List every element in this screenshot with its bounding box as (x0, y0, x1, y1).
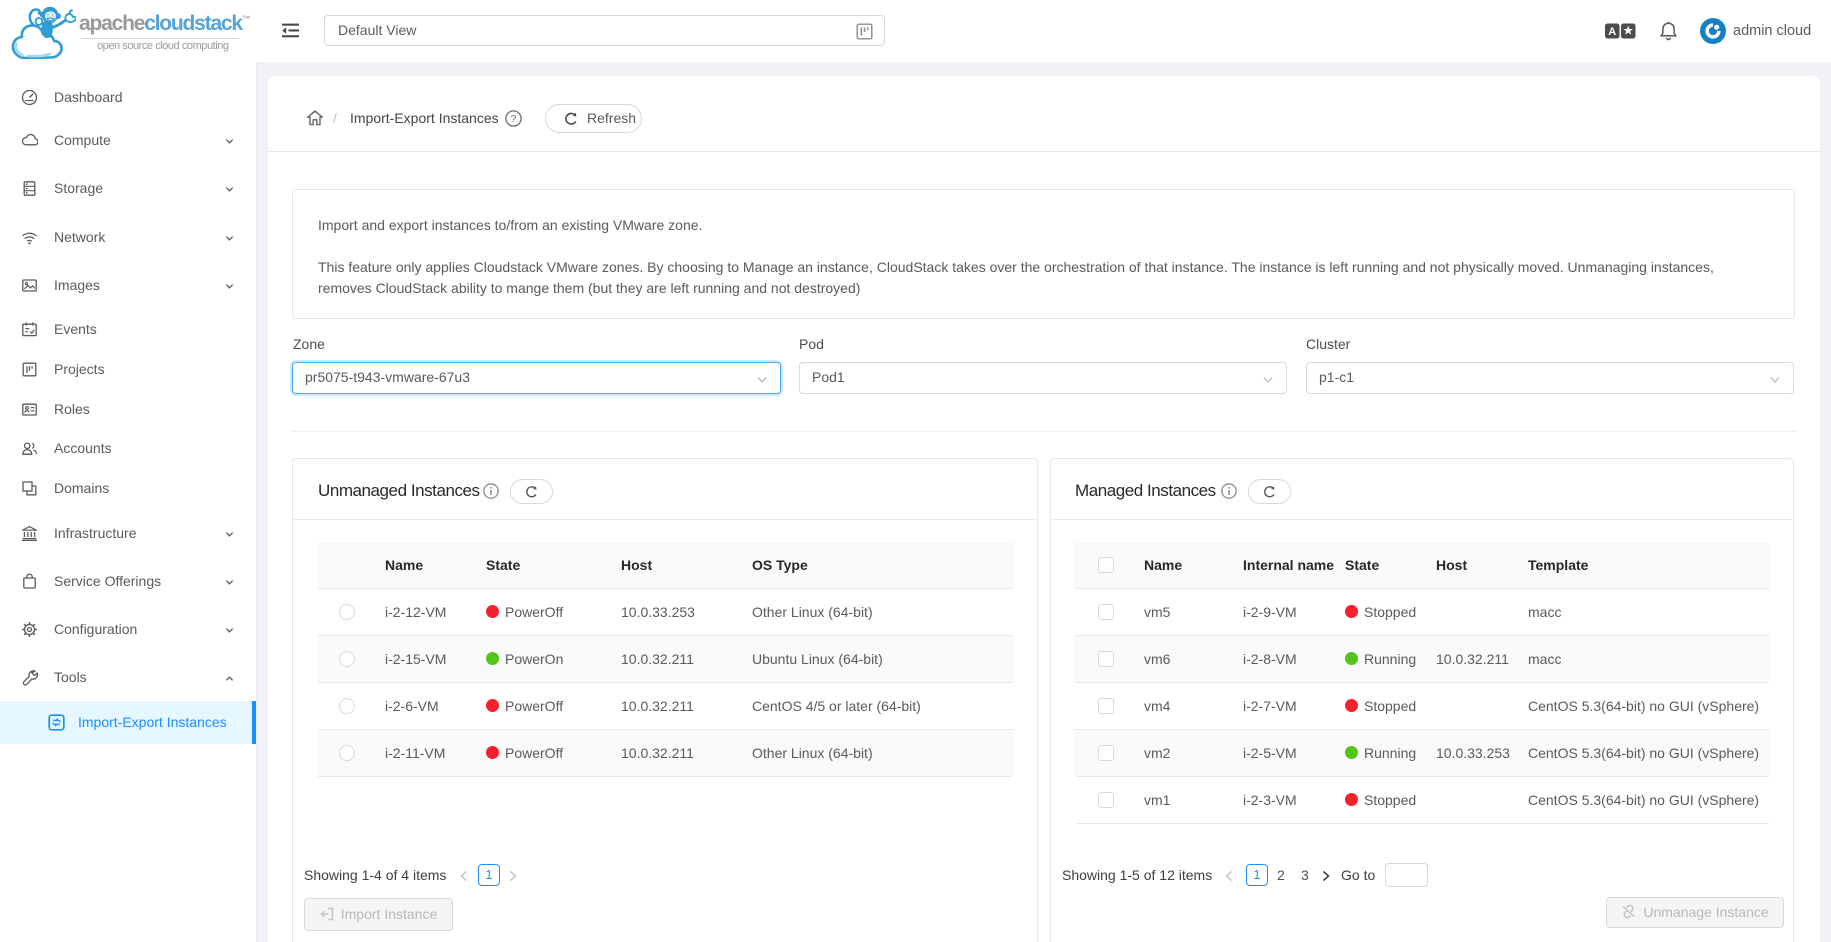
svg-text:?: ? (511, 113, 517, 125)
svg-text:A: A (1608, 26, 1616, 38)
